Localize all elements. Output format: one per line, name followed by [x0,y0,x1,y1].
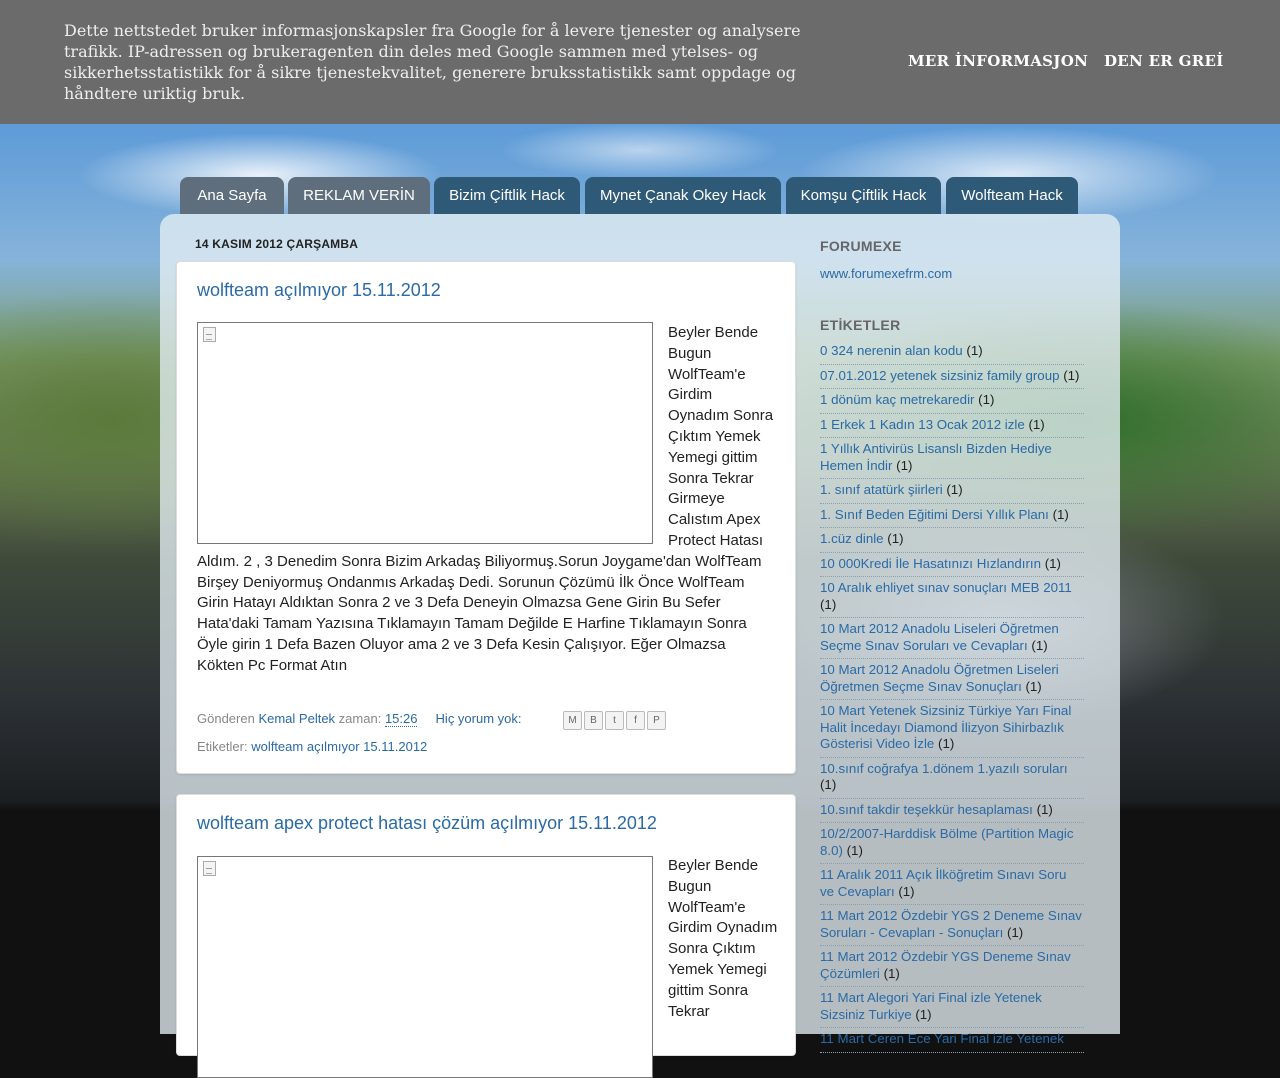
label-count: (1) [1006,924,1024,940]
label-count: (1) [887,531,904,546]
label-link[interactable]: 10.sınıf coğrafya 1.dönem 1.yazılı sorul… [820,761,1068,776]
label-link[interactable]: 1 dönüm kaç metrekaredir [820,392,974,407]
label-list-item: 10 Aralık ehliyet sınav sonuçları MEB 20… [820,577,1084,618]
label-link[interactable]: 1. Sınıf Beden Eğitimi Dersi Yıllık Plan… [820,507,1049,522]
label-list-item: 11 Mart 2012 Özdebir YGS 2 Deneme Sınav … [820,905,1084,946]
labels-heading: ETİKETLER [820,317,901,333]
tab-bizim-ciftlik-hack[interactable]: Bizim Çiftlik Hack [434,177,580,214]
label-list-item: 10.sınıf coğrafya 1.dönem 1.yazılı sorul… [820,758,1084,799]
more-info-button[interactable]: MER İNFORMASJON [908,52,1088,70]
label-list-item: 10.sınıf takdir teşekkür hesaplaması (1) [820,799,1084,823]
label-count: (1) [896,457,913,473]
label-count: (1) [1044,555,1061,571]
post-label-link[interactable]: wolfteam açılmıyor 15.11.2012 [251,739,427,754]
label-link[interactable]: 10 Mart 2012 Anadolu Öğretmen Liseleri Ö… [820,662,1059,694]
label-list-item: 10 Mart Yetenek Sizsiniz Türkiye Yarı Fi… [820,700,1084,758]
forumexe-link[interactable]: www.forumexefrm.com [820,266,1084,281]
post-time-link[interactable]: 15:26 [384,711,418,727]
post-title[interactable]: wolfteam apex protect hatası çözüm açılm… [197,813,657,834]
label-count: (1) [978,392,995,407]
blogger-share-icon[interactable]: B [584,711,603,730]
twitter-share-icon[interactable]: t [605,711,624,730]
label-link[interactable]: 1.cüz dinle [820,531,884,546]
post-body-text: Beyler Bende Bugun WolfTeam'e Girdim Oyn… [668,857,778,1020]
label-link[interactable]: 11 Mart Ceren Ece Yari Final izle Yetene… [820,1031,1064,1046]
accept-cookies-button[interactable]: DEN ER GREİ [1104,52,1224,70]
tab-reklam-verin[interactable]: REKLAM VERİN [288,177,430,214]
label-list-item: 1. sınıf atatürk şiirleri (1) [820,479,1084,504]
label-link[interactable]: 1 Erkek 1 Kadın 13 Ocak 2012 izle [820,417,1025,432]
label-list-item: 1 Yıllık Antivirüs Lisanslı Bizden Hediy… [820,438,1084,479]
label-list-item: 11 Mart Alegori Yari Final izle Yetenek … [820,987,1084,1028]
label-link[interactable]: 10 000Kredi İle Hasatınızı Hızlandırın [820,556,1041,571]
label-count: (1) [946,482,963,497]
label-count: (1) [820,596,837,612]
label-count: (1) [898,883,915,899]
label-count: (1) [883,965,900,981]
forumexe-heading: FORUMEXE [820,238,902,254]
label-list-item: 10 Mart 2012 Anadolu Öğretmen Liseleri Ö… [820,659,1084,700]
label-list-item: 10 Mart 2012 Anadolu Liseleri Öğretmen S… [820,618,1084,659]
facebook-share-icon[interactable]: f [626,711,645,730]
broken-image-icon [203,861,216,876]
label-count: (1) [1025,678,1042,694]
label-count: (1) [1031,637,1048,653]
label-count: (1) [966,343,983,358]
post-labels: Etiketler: wolfteam açılmıyor 15.11.2012 [197,739,427,754]
label-list-item: 0 324 nerenin alan kodu (1) [820,340,1084,365]
tab-mynet-canak-okey-hack[interactable]: Mynet Çanak Okey Hack [585,177,781,214]
label-list-item: 1 dönüm kaç metrekaredir (1) [820,389,1084,414]
label-list-item: 11 Mart 2012 Özdebir YGS Deneme Sınav Çö… [820,946,1084,987]
label-list-item: 07.01.2012 yetenek sizsiniz family group… [820,365,1084,389]
label-count: (1) [938,736,955,751]
label-count: (1) [1028,416,1045,432]
share-buttons: M B t f P [563,711,668,731]
label-link[interactable]: 07.01.2012 yetenek sizsiniz family group [820,368,1059,383]
label-count: (1) [1036,801,1053,817]
blog-post: wolfteam açılmıyor 15.11.2012 Beyler Ben… [176,261,796,774]
label-link[interactable]: 10 Mart 2012 Anadolu Liseleri Öğretmen S… [820,621,1059,653]
label-link[interactable]: 11 Mart 2012 Özdebir YGS Deneme Sınav Çö… [820,949,1071,981]
label-list-item: 1.cüz dinle (1) [820,528,1084,553]
time-label: zaman: [338,711,382,726]
label-list-item: 11 Mart Ceren Ece Yari Final izle Yetene… [820,1028,1084,1053]
pinterest-share-icon[interactable]: P [647,711,666,730]
post-image[interactable] [197,856,653,1078]
label-list-item: 1. Sınıf Beden Eğitimi Dersi Yıllık Plan… [820,504,1084,528]
post-meta: Gönderen Kemal Peltek zaman: 15:26 Hiç y… [197,711,666,730]
label-list-item: 11 Aralık 2011 Açık İlköğretim Sınavı So… [820,864,1084,905]
label-link[interactable]: 10 Aralık ehliyet sınav sonuçları MEB 20… [820,580,1072,595]
tab-wolfteam-hack[interactable]: Wolfteam Hack [946,177,1078,214]
post-body: Beyler Bende Bugun WolfTeam'e Girdim Oyn… [197,323,775,677]
label-list-item: 10/2/2007-Harddisk Bölme (Partition Magi… [820,823,1084,864]
label-count: (1) [1063,367,1080,383]
label-link[interactable]: 1. sınıf atatürk şiirleri [820,482,943,497]
label-count: (1) [846,842,863,858]
label-count: (1) [915,1006,932,1022]
cookie-banner: Dette nettstedet bruker informasjonskaps… [0,0,1280,124]
date-header: 14 KASIM 2012 ÇARŞAMBA [195,237,359,251]
blog-post: wolfteam apex protect hatası çözüm açılm… [176,794,796,1078]
author-link[interactable]: Kemal Peltek [258,711,335,726]
comments-link[interactable]: Hiç yorum yok: [436,711,522,726]
tab-ana-sayfa[interactable]: Ana Sayfa [180,177,284,214]
label-count: (1) [1052,506,1069,522]
label-link[interactable]: 11 Aralık 2011 Açık İlköğretim Sınavı So… [820,867,1066,899]
email-share-icon[interactable]: M [563,711,582,730]
label-count: (1) [820,777,837,792]
tab-komsu-ciftlik-hack[interactable]: Komşu Çiftlik Hack [786,177,941,214]
labels-label: Etiketler: [197,739,248,754]
label-link[interactable]: 0 324 nerenin alan kodu [820,343,963,358]
cookie-text: Dette nettstedet bruker informasjonskaps… [64,21,801,103]
label-list-item: 1 Erkek 1 Kadın 13 Ocak 2012 izle (1) [820,414,1084,438]
label-link[interactable]: 10.sınıf takdir teşekkür hesaplaması [820,802,1033,817]
label-link[interactable]: 11 Mart 2012 Özdebir YGS 2 Deneme Sınav … [820,908,1082,940]
label-link[interactable]: 1 Yıllık Antivirüs Lisanslı Bizden Hediy… [820,441,1052,473]
labels-list: 0 324 nerenin alan kodu (1) 07.01.2012 ye… [820,340,1084,1053]
sidebar: FORUMEXE www.forumexefrm.com ETİKETLER 0… [820,238,1084,1053]
label-list-item: 10 000Kredi İle Hasatınızı Hızlandırın (… [820,553,1084,577]
posted-by-label: Gönderen [197,711,255,726]
post-title[interactable]: wolfteam açılmıyor 15.11.2012 [197,280,441,301]
